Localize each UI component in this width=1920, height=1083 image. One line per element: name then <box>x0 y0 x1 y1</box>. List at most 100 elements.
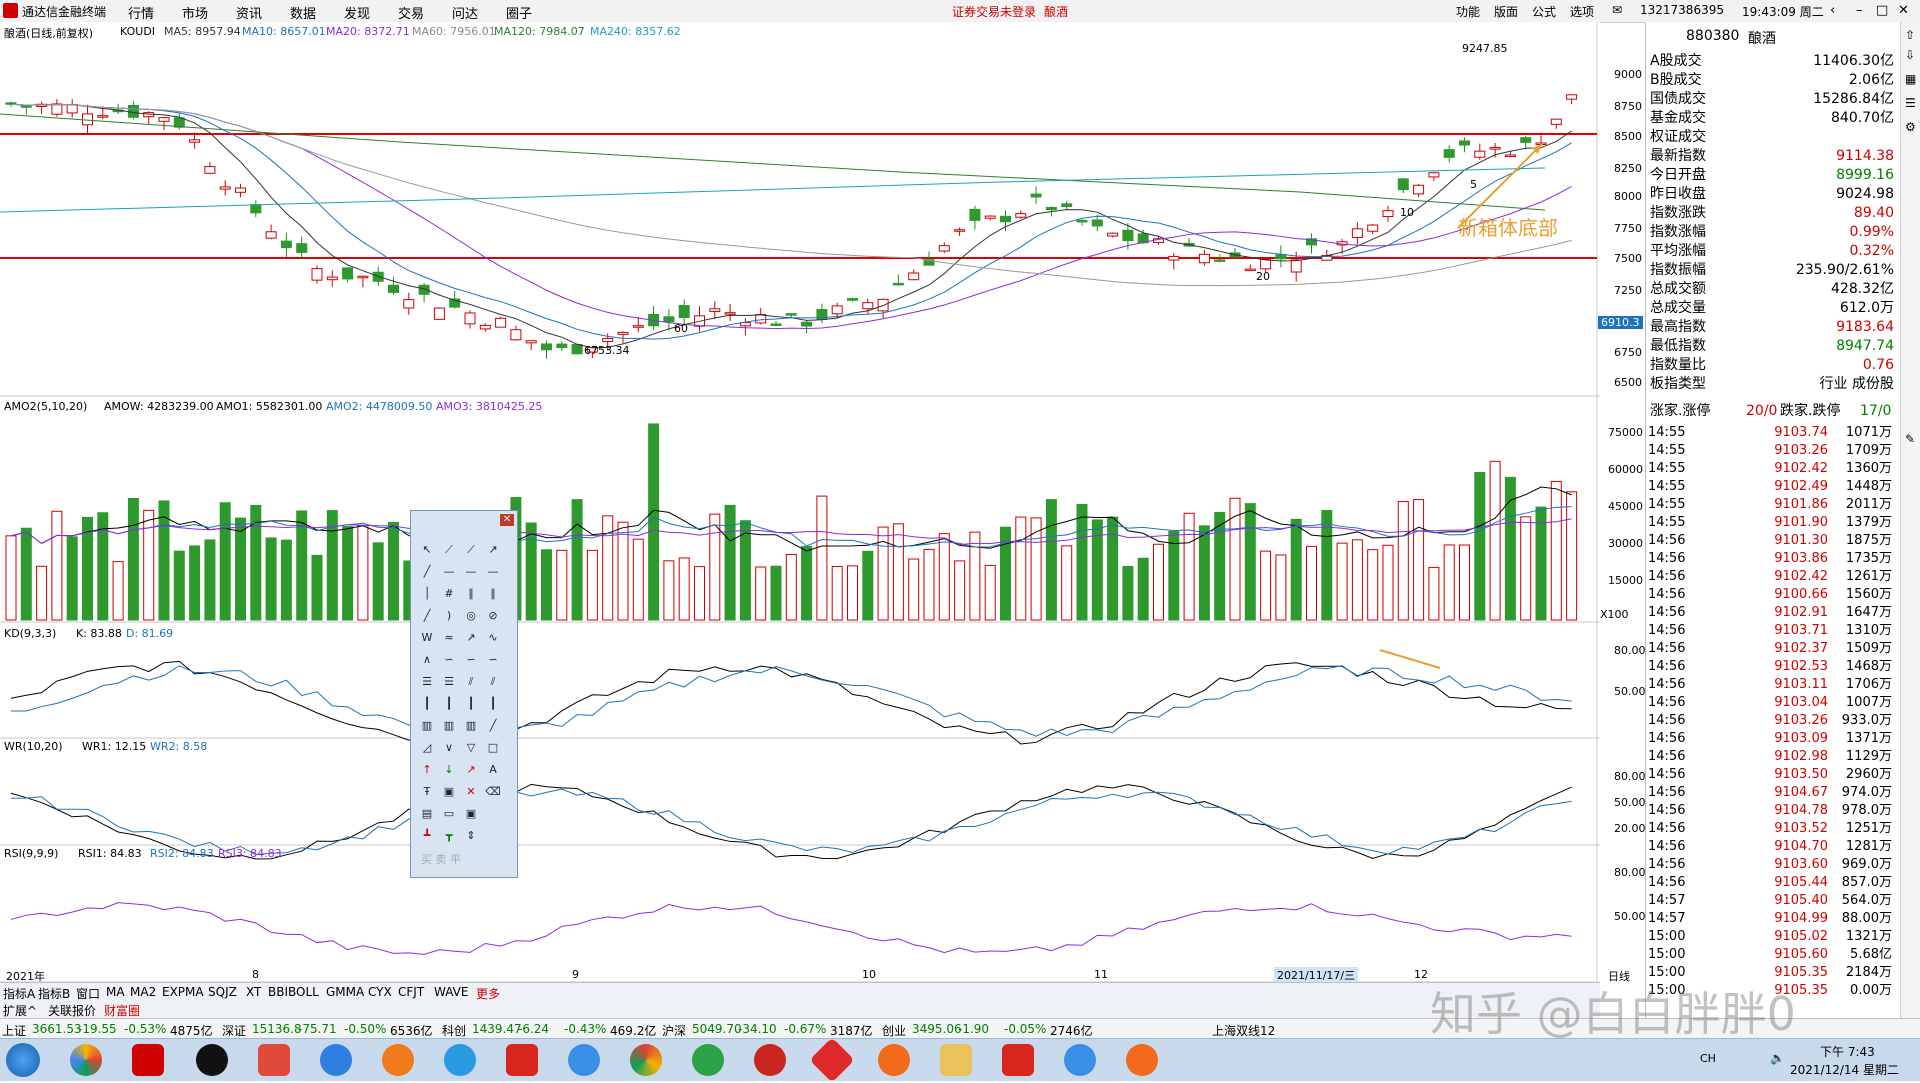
gc-tool-icon[interactable]: ∽ <box>483 651 503 669</box>
login-notice[interactable]: 证券交易未登录 <box>952 3 1036 20</box>
gp-tool-icon[interactable]: ∽ <box>439 651 459 669</box>
top-mark-tool-icon[interactable]: ┻ <box>417 827 437 845</box>
drawing-tool-palette[interactable]: ✕ ↖ ⟋ ⟋ ↗ ╱ — — — │ # ∥ ∥ ╱ ) ◎ ⊘ W ≈ ↗ … <box>410 510 518 878</box>
chart-icon[interactable]: ▦ <box>1905 72 1916 86</box>
save-tool-icon[interactable]: ▣ <box>461 805 481 823</box>
fan2-tool-icon[interactable]: ⫽ <box>483 673 503 691</box>
app5-icon[interactable] <box>1064 1044 1096 1076</box>
segment-tool-icon[interactable]: ╱ <box>417 563 437 581</box>
share-icon[interactable] <box>568 1044 600 1076</box>
clear-tool-icon[interactable]: ⌫ <box>483 783 503 801</box>
fan-tool-icon[interactable]: ⫽ <box>461 673 481 691</box>
vline-tool-icon[interactable]: │ <box>417 585 437 603</box>
list-icon[interactable]: ☰ <box>1905 96 1916 110</box>
back-icon[interactable]: ‹ <box>1830 3 1835 18</box>
down-arrow-icon[interactable]: ⇩ <box>1905 48 1915 62</box>
zigzag-tool-icon[interactable]: ≈ <box>439 629 459 647</box>
text-tool[interactable]: A <box>483 761 503 779</box>
app6-icon[interactable] <box>1126 1044 1158 1076</box>
down-arrow-tool-icon[interactable]: ∨ <box>439 739 459 757</box>
parallel-tool-icon[interactable]: ∥ <box>461 585 481 603</box>
down-mark-tool-icon[interactable]: ↓ <box>439 761 459 779</box>
menu-shichang[interactable]: 市场 <box>182 3 208 22</box>
curve-tool-icon[interactable]: ) <box>439 607 459 625</box>
circle-tool-icon[interactable]: ◎ <box>461 607 481 625</box>
tab-extend[interactable]: 扩展^ <box>3 1002 37 1019</box>
pointer-tool-icon[interactable]: ↖ <box>417 541 437 559</box>
card-tool-icon[interactable]: ▭ <box>439 805 459 823</box>
text-box-tool-icon[interactable]: Ŧ <box>417 783 437 801</box>
chrome-icon[interactable] <box>630 1044 662 1076</box>
grid2-tool-icon[interactable]: ▥ <box>439 717 459 735</box>
qq-icon[interactable] <box>196 1044 228 1076</box>
triangle-tool-icon[interactable]: ▽ <box>461 739 481 757</box>
tab-related-quote[interactable]: 关联报价 <box>48 1002 96 1019</box>
menu-wenda[interactable]: 问达 <box>452 3 478 22</box>
volume-icon[interactable]: 🔈 <box>1770 1051 1785 1065</box>
parallel2-tool-icon[interactable]: ∥ <box>483 585 503 603</box>
cycle-tool-icon[interactable]: ⊘ <box>483 607 503 625</box>
folder-icon[interactable] <box>940 1044 972 1076</box>
chart-area[interactable] <box>0 22 1600 1022</box>
grid-tool-icon[interactable]: ▥ <box>417 717 437 735</box>
menu-hangqing[interactable]: 行情 <box>128 3 154 22</box>
tab-sqjz[interactable]: SQJZ <box>208 985 237 999</box>
palette-close-icon[interactable]: ✕ <box>500 514 514 526</box>
arrow-mark-tool-icon[interactable]: ↗ <box>461 761 481 779</box>
input-language[interactable]: CH <box>1700 1052 1716 1065</box>
close-icon[interactable]: ✕ <box>1898 3 1909 18</box>
wps-icon[interactable] <box>1002 1044 1034 1076</box>
cloud-icon[interactable] <box>320 1044 352 1076</box>
hline3-tool-icon[interactable]: — <box>483 563 503 581</box>
tab-cyx[interactable]: CYX <box>368 985 392 999</box>
tab-cfjt[interactable]: CFJT <box>398 985 424 999</box>
menu-faxian[interactable]: 发现 <box>344 3 370 22</box>
updown-mark-tool-icon[interactable]: ⇕ <box>461 827 481 845</box>
wave-tool-icon[interactable]: W <box>417 629 437 647</box>
up-arrow-icon[interactable]: ⇧ <box>1905 28 1915 42</box>
time4-tool-icon[interactable]: ┃ <box>483 695 503 713</box>
time2-tool-icon[interactable]: ┃ <box>439 695 459 713</box>
menu-jiaoyi[interactable]: 交易 <box>398 3 424 22</box>
tab-bbiboll[interactable]: BBIBOLL <box>268 985 319 999</box>
menu-banmian[interactable]: 版面 <box>1494 3 1518 20</box>
ga-tool-icon[interactable]: ∽ <box>461 651 481 669</box>
trend-tool-icon[interactable]: ↗ <box>461 629 481 647</box>
arc-tool-icon[interactable]: ╱ <box>417 607 437 625</box>
mail-icon[interactable]: ✉ <box>1612 3 1622 17</box>
menu-gongshi[interactable]: 公式 <box>1532 3 1556 20</box>
hline-tool-icon[interactable]: — <box>439 563 459 581</box>
tdx-icon[interactable] <box>132 1044 164 1076</box>
tab-wave[interactable]: WAVE <box>434 985 468 999</box>
app-icon[interactable] <box>258 1044 290 1076</box>
menu-zixun[interactable]: 资讯 <box>236 3 262 22</box>
tdx2-icon[interactable] <box>506 1044 538 1076</box>
time3-tool-icon[interactable]: ┃ <box>461 695 481 713</box>
number-tool-icon[interactable]: # <box>439 585 459 603</box>
minimize-icon[interactable]: – <box>1856 3 1863 18</box>
channel-tool-icon[interactable]: ◿ <box>417 739 437 757</box>
app4-icon[interactable] <box>878 1044 910 1076</box>
doc-tool-icon[interactable]: ▤ <box>417 805 437 823</box>
menu-gongneng[interactable]: 功能 <box>1456 3 1480 20</box>
hline2-tool-icon[interactable]: — <box>461 563 481 581</box>
gear-icon[interactable]: ⚙ <box>1905 120 1916 134</box>
market-extra[interactable]: 上海双线12 <box>1212 1022 1275 1039</box>
tab-ma2[interactable]: MA2 <box>130 985 156 999</box>
tab-expma[interactable]: EXPMA <box>162 985 204 999</box>
browser-icon[interactable] <box>70 1044 102 1076</box>
app3-icon[interactable] <box>809 1037 855 1083</box>
delete-tool-icon[interactable]: ✕ <box>461 783 481 801</box>
trade-buttons[interactable]: 买 卖 平 <box>421 851 461 867</box>
firefox-icon[interactable] <box>382 1044 414 1076</box>
up-mark-tool-icon[interactable]: ↑ <box>417 761 437 779</box>
tab-xt[interactable]: XT <box>246 985 261 999</box>
fib2-tool-icon[interactable]: ☰ <box>439 673 459 691</box>
fill-tool-icon[interactable]: ▣ <box>439 783 459 801</box>
menu-quanzi[interactable]: 圈子 <box>506 3 532 22</box>
start-button-icon[interactable] <box>6 1043 40 1077</box>
rect-tool-icon[interactable]: □ <box>483 739 503 757</box>
bottom-mark-tool-icon[interactable]: ┳ <box>439 827 459 845</box>
tab-ma[interactable]: MA <box>106 985 125 999</box>
grid3-tool-icon[interactable]: ▥ <box>461 717 481 735</box>
